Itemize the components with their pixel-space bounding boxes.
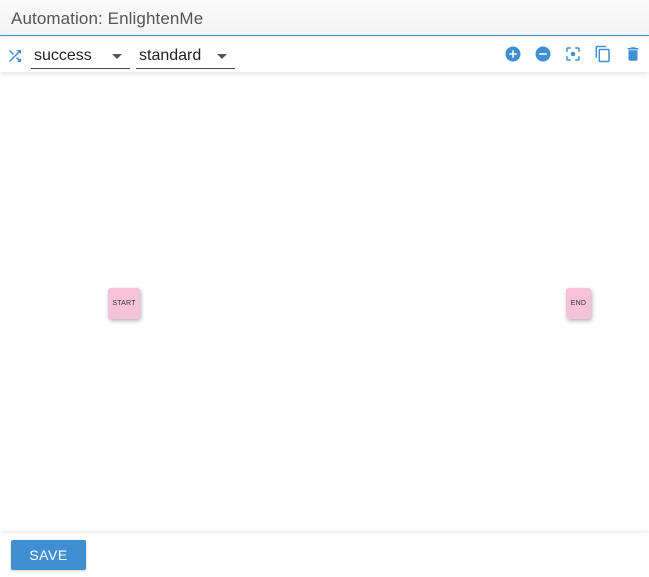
zoom-out-icon[interactable] xyxy=(534,45,552,63)
shuffle-icon[interactable] xyxy=(6,47,24,65)
status-select[interactable]: success xyxy=(31,41,130,69)
fit-screen-icon[interactable] xyxy=(564,45,582,63)
type-select[interactable]: standard xyxy=(136,41,235,69)
type-select-value: standard xyxy=(139,47,202,64)
delete-icon[interactable] xyxy=(624,45,642,63)
end-node[interactable]: END xyxy=(566,288,591,319)
workflow-canvas[interactable]: START END xyxy=(0,72,649,532)
footer: SAVE xyxy=(0,533,649,577)
title-bar: Automation: EnlightenMe xyxy=(0,0,649,36)
start-node[interactable]: START xyxy=(108,288,140,319)
status-select-value: success xyxy=(34,47,92,64)
start-node-label: START xyxy=(112,300,136,307)
save-button[interactable]: SAVE xyxy=(11,540,86,570)
page-title: Automation: EnlightenMe xyxy=(11,9,204,28)
chevron-down-icon xyxy=(112,54,122,59)
chevron-down-icon xyxy=(217,54,227,59)
toolbar: success standard xyxy=(0,37,649,72)
copy-icon[interactable] xyxy=(594,45,612,63)
end-node-label: END xyxy=(570,300,587,307)
zoom-in-icon[interactable] xyxy=(504,45,522,63)
